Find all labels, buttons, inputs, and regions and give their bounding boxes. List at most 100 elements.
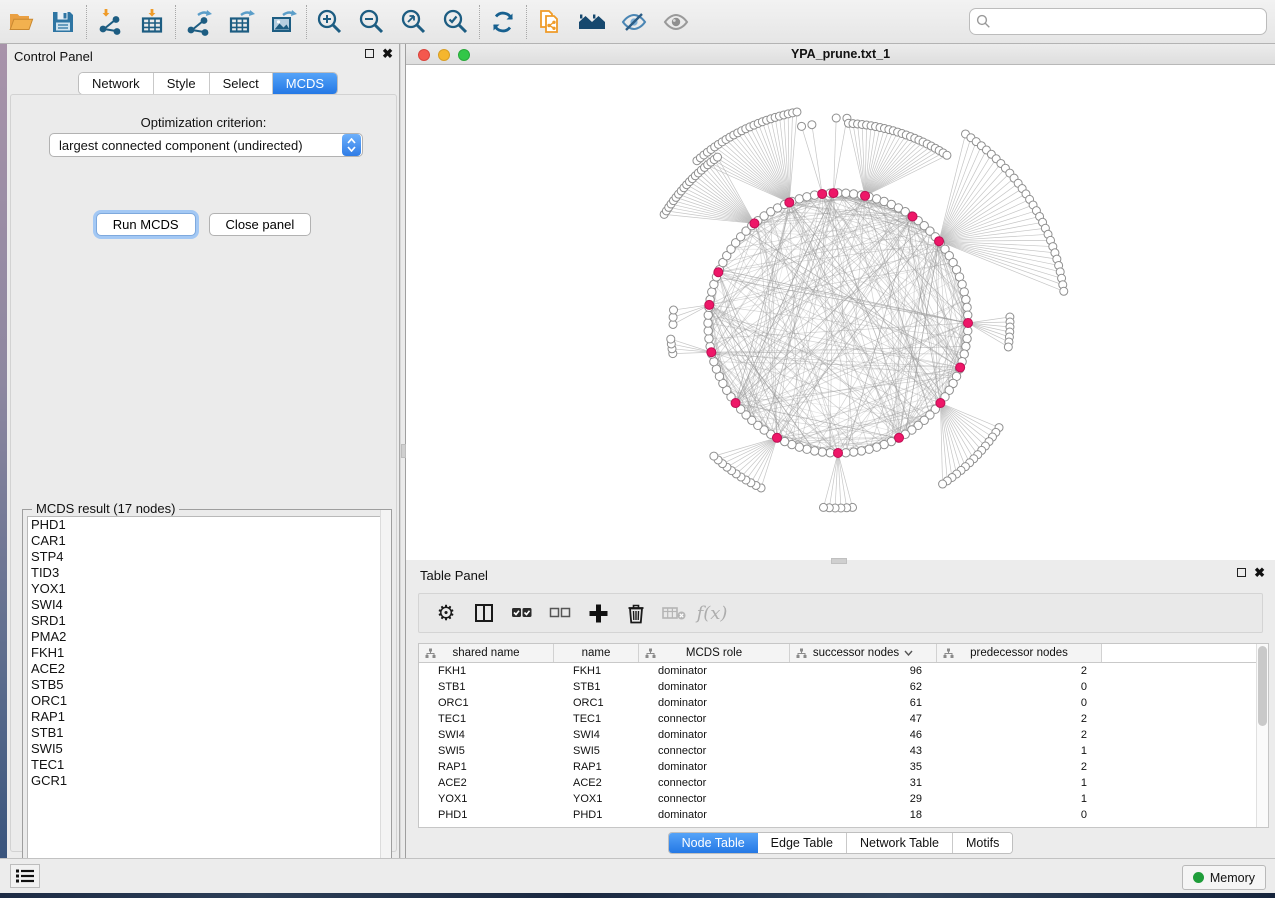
tab-network-table[interactable]: Network Table xyxy=(847,833,953,853)
node-table-header-row: shared namenameMCDS rolesuccessor nodesp… xyxy=(419,644,1268,663)
mcds-result-item[interactable]: TEC1 xyxy=(28,757,386,773)
network-view-window: YPA_prune.txt_1 xyxy=(406,44,1275,560)
refresh-layout-icon[interactable] xyxy=(482,3,524,41)
column-header[interactable]: MCDS role xyxy=(639,644,790,662)
network-canvas[interactable] xyxy=(406,65,1275,560)
table-settings-gear-icon[interactable]: ⚙ xyxy=(429,597,463,629)
close-table-panel-icon[interactable]: ✖ xyxy=(1254,567,1265,578)
export-image-icon[interactable] xyxy=(262,3,304,41)
table-row[interactable]: ORC1ORC1dominator610 xyxy=(419,695,1268,711)
mcds-tab-panel: Optimization criterion: largest connecte… xyxy=(10,94,397,852)
delete-column-trash-icon[interactable] xyxy=(619,597,653,629)
zoom-in-icon[interactable] xyxy=(309,3,351,41)
memory-button[interactable]: Memory xyxy=(1182,865,1266,890)
deselect-all-icon[interactable] xyxy=(543,597,577,629)
open-file-icon[interactable] xyxy=(0,3,42,41)
status-bar: Memory xyxy=(0,858,1275,893)
select-all-icon[interactable] xyxy=(505,597,539,629)
float-table-panel-icon[interactable] xyxy=(1237,568,1246,577)
network-graph[interactable] xyxy=(406,65,1275,560)
mcds-result-item[interactable]: SWI5 xyxy=(28,741,386,757)
table-row[interactable]: FKH1FKH1dominator962 xyxy=(419,663,1268,679)
table-cell: 43 xyxy=(790,745,937,757)
table-scrollbar[interactable] xyxy=(1256,644,1268,827)
mcds-result-item[interactable]: PMA2 xyxy=(28,629,386,645)
mcds-result-item[interactable]: TID3 xyxy=(28,565,386,581)
save-session-icon[interactable] xyxy=(42,3,84,41)
task-history-button[interactable] xyxy=(10,864,40,888)
close-panel-button[interactable]: Close panel xyxy=(209,213,312,236)
import-network-icon[interactable] xyxy=(89,3,131,41)
optimization-criterion-dropdown[interactable]: largest connected component (undirected) xyxy=(49,133,363,157)
tab-mcds[interactable]: MCDS xyxy=(273,73,337,94)
tab-network[interactable]: Network xyxy=(79,73,154,94)
mcds-result-item[interactable]: PHD1 xyxy=(28,517,386,533)
close-panel-icon[interactable]: ✖ xyxy=(382,48,393,59)
column-header[interactable]: shared name xyxy=(419,644,554,662)
zoom-selected-icon[interactable] xyxy=(435,3,477,41)
mcds-result-item[interactable]: FKH1 xyxy=(28,645,386,661)
table-cell: connector xyxy=(639,777,790,789)
mcds-result-item[interactable]: STP4 xyxy=(28,549,386,565)
table-scrollbar-thumb[interactable] xyxy=(1258,646,1267,726)
first-neighbors-icon[interactable] xyxy=(571,3,613,41)
table-row[interactable]: YOX1YOX1connector291 xyxy=(419,791,1268,807)
mcds-result-item[interactable]: ORC1 xyxy=(28,693,386,709)
hide-selected-icon[interactable] xyxy=(613,3,655,41)
tab-motifs[interactable]: Motifs xyxy=(953,833,1012,853)
zoom-fit-icon[interactable] xyxy=(393,3,435,41)
duplicate-network-icon[interactable] xyxy=(529,3,571,41)
mcds-result-item[interactable]: RAP1 xyxy=(28,709,386,725)
tab-style[interactable]: Style xyxy=(154,73,210,94)
column-header[interactable]: name xyxy=(554,644,639,662)
network-window-titlebar[interactable]: YPA_prune.txt_1 xyxy=(406,44,1275,65)
table-cell: 31 xyxy=(790,777,937,789)
mcds-result-item[interactable]: ACE2 xyxy=(28,661,386,677)
mcds-list-scrollbar[interactable] xyxy=(380,510,391,880)
export-network-icon[interactable] xyxy=(178,3,220,41)
mcds-result-item[interactable]: SWI4 xyxy=(28,597,386,613)
mcds-result-item[interactable]: CAR1 xyxy=(28,533,386,549)
table-cell: ORC1 xyxy=(419,697,554,709)
toolbar-separator xyxy=(479,5,480,39)
export-table-icon[interactable] xyxy=(220,3,262,41)
table-row[interactable]: PHD1PHD1dominator180 xyxy=(419,807,1268,823)
column-header[interactable]: predecessor nodes xyxy=(937,644,1102,662)
float-panel-icon[interactable] xyxy=(365,49,374,58)
zoom-out-icon[interactable] xyxy=(351,3,393,41)
delete-table-icon-disabled xyxy=(657,597,691,629)
mcds-result-item[interactable]: GCR1 xyxy=(28,773,386,789)
table-cell: STB1 xyxy=(419,681,554,693)
import-table-icon[interactable] xyxy=(131,3,173,41)
control-panel-titlebar: Control Panel ✖ xyxy=(7,44,399,68)
table-row[interactable]: ACE2ACE2connector311 xyxy=(419,775,1268,791)
mcds-result-item[interactable]: STB1 xyxy=(28,725,386,741)
search-input[interactable] xyxy=(969,8,1267,35)
mcds-result-list[interactable]: PHD1CAR1STP4TID3YOX1SWI4SRD1PMA2FKH1ACE2… xyxy=(27,516,387,876)
tab-select[interactable]: Select xyxy=(210,73,273,94)
table-cell: 2 xyxy=(937,665,1102,677)
table-row[interactable]: STB1STB1dominator620 xyxy=(419,679,1268,695)
hierarchy-icon xyxy=(943,648,954,659)
table-cell: SWI5 xyxy=(419,745,554,757)
function-builder-icon-disabled: f(x) xyxy=(695,597,729,629)
column-header[interactable]: successor nodes xyxy=(790,644,937,662)
mcds-result-item[interactable]: YOX1 xyxy=(28,581,386,597)
tab-node-table[interactable]: Node Table xyxy=(669,833,758,853)
show-column-panel-icon[interactable] xyxy=(467,597,501,629)
tab-edge-table[interactable]: Edge Table xyxy=(758,833,847,853)
table-row[interactable]: SWI5SWI5connector431 xyxy=(419,743,1268,759)
add-column-plus-icon[interactable] xyxy=(581,597,615,629)
table-cell: FKH1 xyxy=(419,665,554,677)
mcds-result-item[interactable]: SRD1 xyxy=(28,613,386,629)
table-row[interactable]: SWI4SWI4dominator462 xyxy=(419,727,1268,743)
table-cell: RAP1 xyxy=(419,761,554,773)
table-row[interactable]: RAP1RAP1dominator352 xyxy=(419,759,1268,775)
desktop-wallpaper-left xyxy=(0,44,7,893)
run-mcds-button[interactable]: Run MCDS xyxy=(96,213,196,236)
mcds-result-item[interactable]: STB5 xyxy=(28,677,386,693)
table-cell: dominator xyxy=(639,761,790,773)
table-cell: PHD1 xyxy=(419,809,554,821)
table-row[interactable]: TEC1TEC1connector472 xyxy=(419,711,1268,727)
show-all-icon[interactable] xyxy=(655,3,697,41)
